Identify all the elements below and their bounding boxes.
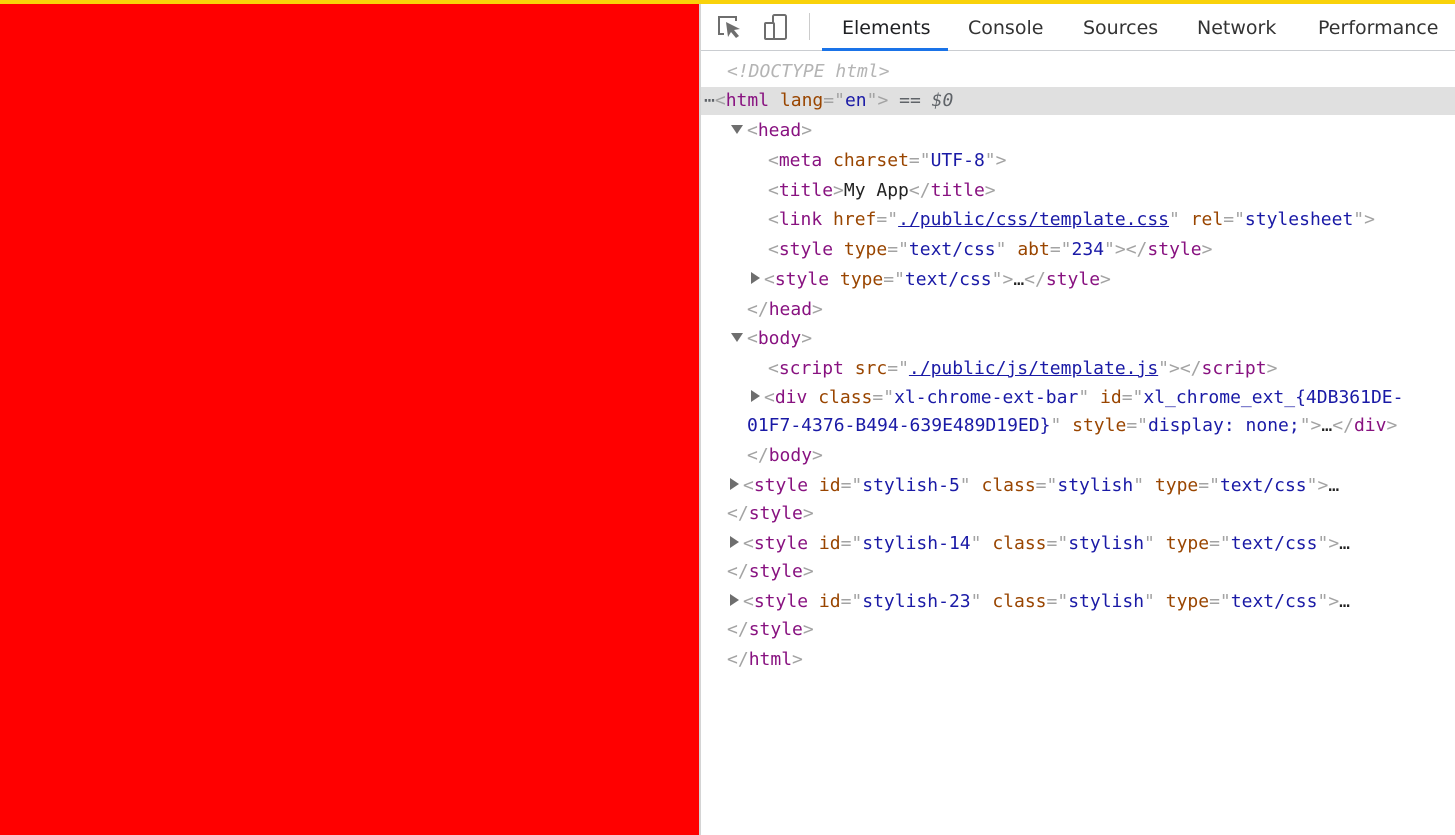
style-id-value: stylish-5 (862, 475, 960, 496)
dom-node-div-ext[interactable]: <div class="xl-chrome-ext-bar" id="xl_ch… (701, 384, 1455, 412)
dom-node-stylish-14[interactable]: <style id="stylish-14" class="stylish" t… (701, 530, 1455, 558)
active-tab-indicator (822, 48, 948, 51)
style-class-value: stylish (1068, 533, 1145, 554)
style-type-value: text/css (908, 239, 996, 260)
dom-node-style-abt[interactable]: <style type="text/css" abt="234"></style… (701, 236, 1455, 264)
expand-triangle-icon[interactable] (730, 536, 739, 548)
page-viewport[interactable] (0, 4, 699, 835)
device-toolbar-icon[interactable] (761, 12, 791, 42)
dom-node-body-close[interactable]: </body> (701, 442, 1455, 470)
dom-node-link[interactable]: <link href="./public/css/template.css" r… (701, 206, 1455, 234)
dom-node-body[interactable]: <body> (701, 325, 1455, 353)
node-actions-icon[interactable]: ⋯ (704, 90, 715, 111)
script-src-value[interactable]: ./public/js/template.js (909, 358, 1158, 379)
collapse-triangle-icon[interactable] (731, 124, 743, 134)
div-class-value: xl-chrome-ext-bar (894, 387, 1079, 408)
title-text: My App (843, 180, 909, 201)
dom-node-doctype[interactable]: <!DOCTYPE html> (701, 58, 1455, 86)
expand-triangle-icon[interactable] (730, 478, 739, 490)
dom-node-stylish-14-close[interactable]: </style> (701, 558, 1455, 586)
style-id-value: stylish-23 (862, 591, 971, 612)
expand-triangle-icon[interactable] (751, 390, 760, 402)
doctype-text: <!DOCTYPE html> (727, 61, 890, 82)
dom-node-style-collapsed[interactable]: <style type="text/css">…</style> (701, 266, 1455, 294)
dom-node-meta[interactable]: <meta charset="UTF-8"> (701, 147, 1455, 175)
dom-node-stylish-23-close[interactable]: </style> (701, 616, 1455, 644)
devtools-panel: Elements Console Sources Network Perform… (701, 4, 1455, 835)
link-href-value[interactable]: ./public/css/template.css (898, 209, 1169, 230)
meta-charset-value: UTF-8 (930, 150, 985, 171)
div-style-value: display: none; (1148, 415, 1300, 436)
style-class-value: stylish (1068, 591, 1145, 612)
dom-node-html[interactable]: ⋯<html lang="en"> == $0 (701, 87, 1455, 115)
tab-performance[interactable]: Performance (1318, 4, 1438, 50)
inspect-element-icon[interactable] (715, 12, 745, 42)
dom-node-stylish-23[interactable]: <style id="stylish-23" class="stylish" t… (701, 588, 1455, 616)
style-type-value: text/css (1219, 475, 1307, 496)
toolbar-separator (809, 13, 810, 40)
collapse-triangle-icon[interactable] (731, 332, 743, 342)
style-class-value: stylish (1057, 475, 1134, 496)
div-id-value-cont: 01F7-4376-B494-639E489D19ED} (747, 415, 1051, 436)
devtools-toolbar: Elements Console Sources Network Perform… (701, 4, 1455, 51)
expand-triangle-icon[interactable] (751, 272, 760, 284)
tab-elements[interactable]: Elements (842, 4, 931, 50)
expand-triangle-icon[interactable] (730, 594, 739, 606)
dom-node-title[interactable]: <title>My App</title> (701, 177, 1455, 205)
style-abt-value: 234 (1071, 239, 1105, 260)
tab-network[interactable]: Network (1197, 4, 1276, 50)
tab-sources[interactable]: Sources (1083, 4, 1158, 50)
dom-node-head-close[interactable]: </head> (701, 296, 1455, 324)
dom-node-stylish-5-close[interactable]: </style> (701, 500, 1455, 528)
style-id-value: stylish-14 (862, 533, 971, 554)
dom-node-head[interactable]: <head> (701, 117, 1455, 145)
html-lang-value: en (844, 90, 867, 111)
selected-node-marker: == $0 (899, 90, 954, 111)
link-rel-value: stylesheet (1244, 209, 1354, 230)
style-type-value: text/css (1230, 591, 1318, 612)
dom-node-html-close[interactable]: </html> (701, 646, 1455, 674)
tab-console[interactable]: Console (968, 4, 1043, 50)
div-id-value: xl_chrome_ext_{4DB361DE- (1143, 387, 1404, 408)
style-type-value: text/css (1230, 533, 1318, 554)
style-type-value: text/css (904, 269, 992, 290)
dom-node-script[interactable]: <script src="./public/js/template.js"></… (701, 355, 1455, 383)
dom-node-stylish-5[interactable]: <style id="stylish-5" class="stylish" ty… (701, 472, 1455, 500)
dom-node-div-ext-wrap[interactable]: 01F7-4376-B494-639E489D19ED}" style="dis… (701, 412, 1455, 440)
